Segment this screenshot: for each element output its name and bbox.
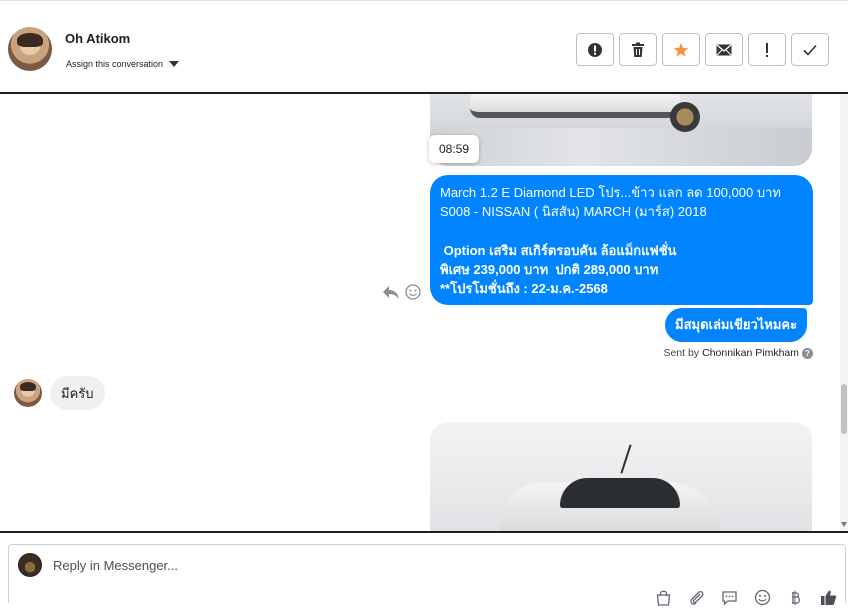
- car-photo-attachment[interactable]: [430, 94, 812, 166]
- mark-spam-button[interactable]: [576, 33, 614, 66]
- photo-car-antenna: [620, 444, 632, 474]
- emoji-reaction-icon[interactable]: [405, 284, 421, 300]
- trash-icon: [632, 42, 644, 57]
- message-thread[interactable]: 08:59 March 1.2 E Diamond LED โปร...ข้าว…: [0, 92, 848, 533]
- contact-avatar[interactable]: [8, 27, 52, 71]
- message-line: [440, 221, 803, 240]
- reply-input[interactable]: [53, 558, 653, 573]
- star-icon: [673, 42, 689, 57]
- star-button[interactable]: [662, 33, 700, 66]
- message-line: **โปรโมชั่นถึง : 22-ม.ค.-2568: [440, 281, 608, 297]
- message-hover-tools: [382, 284, 421, 300]
- sent-by-name: Chonnikan Pimkham: [702, 347, 799, 359]
- assign-conversation-dropdown[interactable]: Assign this conversation: [66, 59, 180, 69]
- contact-name[interactable]: Oh Atikom: [65, 31, 130, 46]
- reply-icon[interactable]: [382, 284, 400, 300]
- mark-unread-button[interactable]: [705, 33, 743, 66]
- photo-car-wheel: [670, 102, 700, 132]
- photo-car-body: [470, 94, 680, 118]
- conversation-header: Oh Atikom Assign this conversation: [0, 0, 848, 93]
- outgoing-message[interactable]: March 1.2 E Diamond LED โปร...ข้าว แลก ล…: [430, 175, 813, 305]
- outgoing-followup-message[interactable]: มีสมุดเล่มเขียวไหมคะ: [665, 308, 808, 342]
- caret-down-icon: [169, 61, 180, 67]
- composer-tools: [655, 589, 837, 606]
- conversation-actions: [576, 33, 829, 66]
- message-line: พิเศษ 239,000 บาท ปกติ 289,000 บาท: [440, 261, 659, 277]
- message-line: Option เสริม สเกิร์ตรอบคัน ล้อแม็กแฟชั่น: [440, 242, 677, 258]
- car-photo-attachment[interactable]: [430, 422, 812, 531]
- alert-circle-icon: [588, 42, 602, 57]
- incoming-message[interactable]: มีครับ: [50, 376, 105, 410]
- thumbs-up-icon[interactable]: [820, 589, 837, 606]
- timestamp-tooltip: 08:59: [429, 135, 480, 163]
- checkmark-icon: [803, 44, 817, 56]
- message-line: March 1.2 E Diamond LED โปร...ข้าว แลก ล…: [440, 185, 781, 200]
- sent-by-info: Sent by Chonnikan Pimkham ?: [663, 347, 813, 359]
- shopping-bag-icon[interactable]: [655, 589, 672, 606]
- page-avatar: [18, 553, 42, 577]
- emoji-icon[interactable]: [754, 589, 771, 606]
- photo-car-window: [560, 478, 680, 508]
- assign-label: Assign this conversation: [66, 59, 164, 69]
- payment-baht-icon[interactable]: [787, 589, 804, 606]
- exclamation-icon: [766, 42, 768, 57]
- paperclip-icon[interactable]: [688, 589, 705, 606]
- delete-button[interactable]: [619, 33, 657, 66]
- mark-done-button[interactable]: [791, 33, 829, 66]
- thread-scrollbar[interactable]: [840, 94, 848, 531]
- envelope-icon: [716, 44, 732, 55]
- saved-reply-icon[interactable]: [721, 589, 738, 606]
- message-line: S008 - NISSAN ( นิสสัน) MARCH (มาร์ส) 20…: [440, 204, 707, 220]
- scrollbar-thumb[interactable]: [841, 384, 847, 434]
- reply-composer: [8, 544, 846, 606]
- follow-up-button[interactable]: [748, 33, 786, 66]
- question-icon[interactable]: ?: [802, 347, 813, 359]
- sent-by-prefix: Sent by: [663, 347, 700, 359]
- photo-floor: [430, 128, 812, 166]
- scroll-down-arrow-icon[interactable]: [841, 522, 847, 527]
- contact-avatar-small: [14, 379, 42, 407]
